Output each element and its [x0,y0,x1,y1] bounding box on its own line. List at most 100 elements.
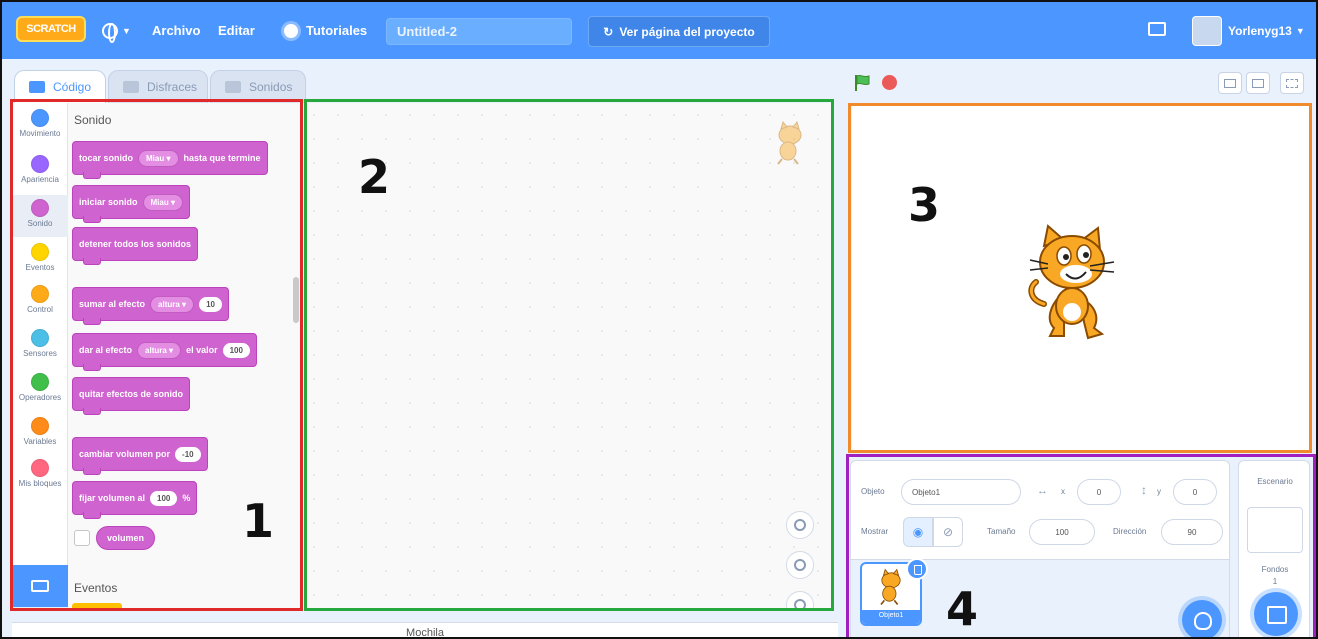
sound-dropdown[interactable]: Miau ▾ [142,193,183,211]
block-set-volume[interactable]: fijar volumen al 100 % [72,481,198,519]
file-menu[interactable]: Archivo [152,2,200,59]
stop-icon[interactable] [882,75,897,90]
small-stage-icon [1224,78,1236,88]
tab-costumes-label: Disfraces [147,80,198,94]
zoom-out-button[interactable] [786,551,814,579]
block-volume-reporter[interactable]: volumen [96,526,156,550]
tutorials-label: Tutoriales [306,23,368,38]
block-category-menu: Movimiento Apariencia Sonido Eventos Con… [12,103,68,565]
direction-input[interactable]: 90 [1161,519,1223,545]
zoom-in-button[interactable] [786,511,814,539]
speaker-icon [225,81,241,93]
username: Yorlenyg13 [1228,23,1292,38]
size-label: Tamaño [987,527,1016,536]
block-start-sound[interactable]: iniciar sonido Miau ▾ [72,185,190,223]
zoom-reset-button[interactable] [786,591,814,609]
eye-closed-icon: ⊘ [942,525,954,539]
effect-value-input[interactable]: 10 [199,296,222,312]
backdrop-count: 1 [1272,577,1278,586]
eye-icon: ◉ [912,525,924,539]
fullscreen-button[interactable] [1280,72,1304,94]
sprite-name-label: Objeto [861,487,885,496]
block-stop-all-sounds[interactable]: detener todos los sonidos [72,227,199,265]
x-label: x [1061,487,1065,496]
menu-bar: SCRATCH ▼ Archivo Editar Tutoriales Unti… [2,2,1316,59]
block-change-effect[interactable]: sumar al efecto altura ▾ 10 [72,287,229,325]
show-sprite-button[interactable]: ◉ [903,517,933,547]
annotation-number-3: 3 [908,178,941,232]
x-position-input[interactable]: 0 [1077,479,1121,505]
fullscreen-icon [1286,78,1298,88]
normal-stage-button[interactable] [1246,72,1270,94]
backdrop-thumbnail[interactable] [1247,507,1303,553]
direction-label: Dirección [1113,527,1147,536]
y-label: y [1157,487,1161,496]
scratch-editor-window: SCRATCH ▼ Archivo Editar Tutoriales Unti… [0,0,1318,639]
annotation-number-4: 4 [946,582,979,636]
category-variables[interactable]: Variables [12,417,68,446]
category-motion[interactable]: Movimiento [12,109,68,138]
zoom-reset-icon [794,599,806,609]
zoom-in-icon [794,519,806,531]
add-sprite-button[interactable] [1182,600,1222,637]
sprite-info-panel: Objeto Objeto1 ↔ x 0 ↕ y 0 Mostrar ◉ ⊘ T… [850,460,1230,560]
tab-costumes[interactable]: Disfraces [108,70,208,103]
category-control[interactable]: Control [12,285,68,314]
y-position-input[interactable]: 0 [1173,479,1217,505]
add-extension-button[interactable] [12,565,68,607]
block-change-volume[interactable]: cambiar volumen por -10 [72,437,208,475]
scratch-logo[interactable]: SCRATCH [16,16,86,42]
sprite-name-input[interactable]: Objeto1 [901,479,1021,505]
small-stage-button[interactable] [1218,72,1242,94]
size-input[interactable]: 100 [1029,519,1095,545]
avatar[interactable] [1192,16,1222,46]
category-looks[interactable]: Apariencia [12,155,68,184]
category-my-blocks[interactable]: Mis bloques [12,459,68,488]
tab-sounds-label: Sonidos [249,80,293,94]
add-backdrop-button[interactable] [1254,592,1298,636]
volume-change-input[interactable]: -10 [175,446,201,462]
show-label: Mostrar [861,527,889,536]
sound-dropdown[interactable]: Miau ▾ [138,149,179,167]
chevron-down-icon: ▼ [122,25,131,36]
sprite-tile-name: Objeto1 [862,610,920,624]
effect-value-input[interactable]: 100 [222,342,250,358]
category-sensing[interactable]: Sensores [12,329,68,358]
account-menu[interactable]: Yorlenyg13 ▼ [1228,2,1305,59]
x-arrows-icon: ↔ [1037,485,1048,497]
globe-icon [102,22,118,43]
category-operators[interactable]: Operadores [12,373,68,402]
annotation-number-2: 2 [358,150,391,204]
current-sprite-icon [777,121,802,165]
zoom-out-icon [794,559,806,571]
edit-menu[interactable]: Editar [218,2,255,59]
project-title-input[interactable]: Untitled-2 [386,18,572,45]
brush-icon [123,81,139,93]
volume-set-input[interactable]: 100 [150,490,178,506]
see-project-page-button[interactable]: ↻ Ver página del proyecto [588,16,770,47]
tutorials-menu[interactable]: Tutoriales [284,2,367,59]
block-play-sound-until-done[interactable]: tocar sonido Miau ▾ hasta que termine [72,141,268,179]
green-flag-icon[interactable] [854,74,870,92]
folder-icon[interactable] [1148,22,1166,36]
block-set-effect[interactable]: dar al efecto altura ▾ el valor 100 [72,333,257,371]
extension-icon [31,580,49,592]
cat-sprite[interactable] [1024,224,1124,342]
category-events[interactable]: Eventos [12,243,68,272]
hide-sprite-button[interactable]: ⊘ [933,517,963,547]
block-events-partial[interactable] [72,603,122,609]
palette-heading-events: Eventos [74,581,118,595]
backpack-bar[interactable]: Mochila [12,622,838,637]
effect-dropdown[interactable]: altura ▾ [150,295,195,313]
palette-scrollbar[interactable] [293,277,299,323]
y-arrows-icon: ↕ [1141,483,1147,497]
category-sound[interactable]: Sonido [12,195,68,237]
language-menu[interactable]: ▼ [102,2,131,59]
tab-sounds[interactable]: Sonidos [210,70,306,103]
block-clear-sound-effects[interactable]: quitar efectos de sonido [72,377,191,415]
delete-sprite-icon[interactable] [906,558,928,580]
effect-dropdown[interactable]: altura ▾ [137,341,182,359]
volume-monitor-checkbox[interactable] [74,530,90,546]
code-icon [29,81,45,93]
tab-code[interactable]: Código [14,70,106,103]
